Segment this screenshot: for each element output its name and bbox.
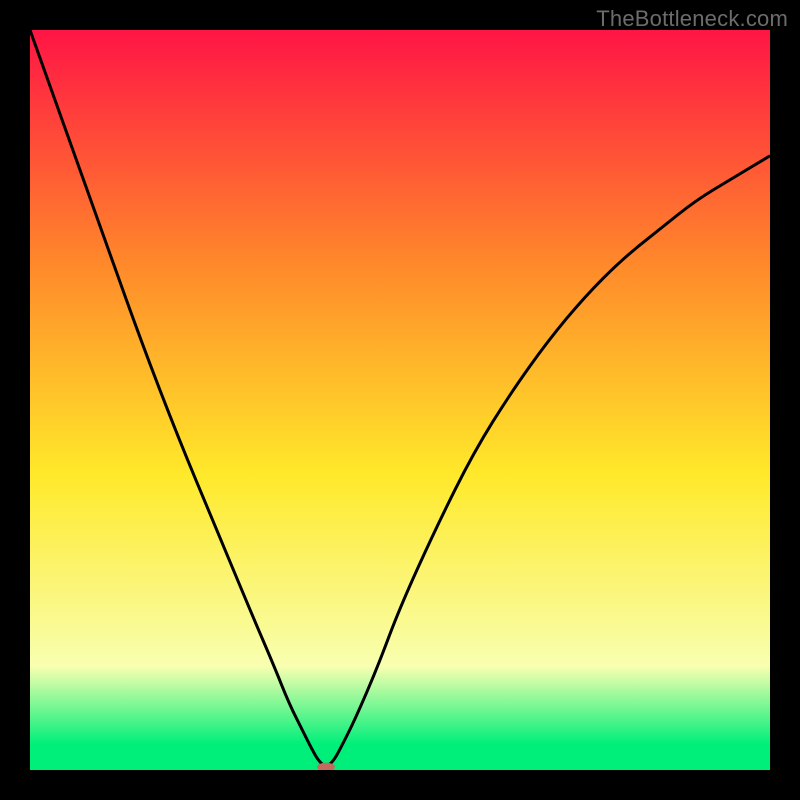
bottleneck-curve xyxy=(30,30,770,766)
curve-layer xyxy=(30,30,770,770)
watermark-text: TheBottleneck.com xyxy=(596,6,788,32)
plot-frame xyxy=(30,30,770,770)
chart-stage: TheBottleneck.com xyxy=(0,0,800,800)
